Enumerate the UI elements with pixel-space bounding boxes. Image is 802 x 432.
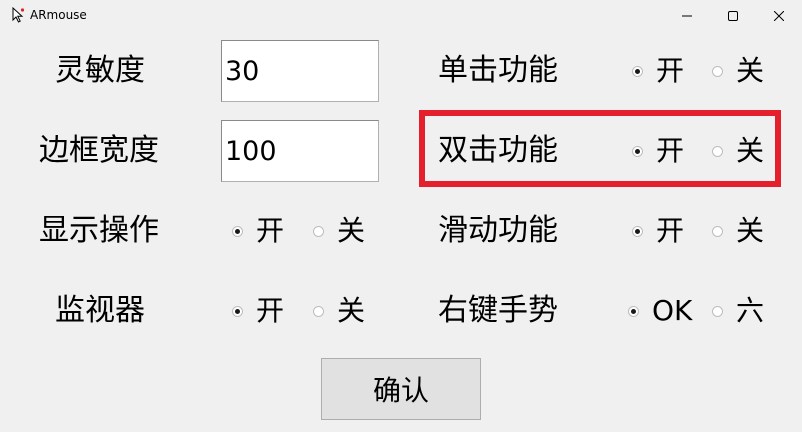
close-icon <box>774 10 784 21</box>
radio-checked-icon[interactable] <box>232 225 243 237</box>
sensitivity-label: 灵敏度 <box>55 53 145 88</box>
double-click-label: 双击功能 <box>438 133 558 168</box>
maximize-button[interactable] <box>710 0 756 31</box>
minimize-icon <box>682 15 692 16</box>
radio-unchecked-icon[interactable] <box>712 225 723 237</box>
radio-label: 关 <box>337 214 366 247</box>
title-bar[interactable]: ARmouse <box>0 0 802 31</box>
single-click-on-radio[interactable]: 开 <box>632 53 684 89</box>
single-click-off-radio[interactable]: 关 <box>712 53 764 89</box>
single-click-label: 单击功能 <box>438 53 558 88</box>
radio-label: 六 <box>736 294 765 327</box>
confirm-button[interactable]: 确认 <box>321 358 481 420</box>
monitor-off-radio[interactable]: 关 <box>313 293 365 329</box>
right-gesture-ok-radio[interactable]: OK <box>628 293 692 329</box>
border-width-input[interactable] <box>221 120 379 182</box>
radio-unchecked-icon[interactable] <box>712 305 723 317</box>
radio-label: 开 <box>656 54 685 87</box>
window-title: ARmouse <box>30 8 87 22</box>
show-operation-label: 显示操作 <box>39 213 159 248</box>
radio-unchecked-icon[interactable] <box>712 145 723 157</box>
radio-label: 关 <box>736 134 765 167</box>
monitor-on-radio[interactable]: 开 <box>232 293 284 329</box>
armouse-window: ARmouse 灵敏度 边框宽度 显示操作 开 关 监视 <box>0 0 802 432</box>
radio-label: OK <box>652 294 693 327</box>
right-gesture-label: 右键手势 <box>438 293 558 328</box>
radio-checked-icon[interactable] <box>632 65 643 77</box>
cursor-icon <box>12 7 25 23</box>
radio-unchecked-icon[interactable] <box>313 305 324 317</box>
radio-label: 开 <box>256 294 285 327</box>
radio-label: 开 <box>256 214 285 247</box>
radio-label: 开 <box>656 134 685 167</box>
sensitivity-input[interactable] <box>221 40 379 102</box>
show-operation-on-radio[interactable]: 开 <box>232 213 284 249</box>
monitor-label: 监视器 <box>55 293 145 328</box>
border-width-label: 边框宽度 <box>39 133 159 168</box>
slide-label: 滑动功能 <box>438 213 558 248</box>
radio-checked-icon[interactable] <box>632 145 643 157</box>
radio-unchecked-icon[interactable] <box>712 65 723 77</box>
slide-off-radio[interactable]: 关 <box>712 213 764 249</box>
radio-checked-icon[interactable] <box>628 305 639 317</box>
double-click-on-radio[interactable]: 开 <box>632 133 684 169</box>
radio-checked-icon[interactable] <box>632 225 643 237</box>
minimize-button[interactable] <box>664 0 710 31</box>
radio-label: 开 <box>656 214 685 247</box>
show-operation-off-radio[interactable]: 关 <box>313 213 365 249</box>
double-click-off-radio[interactable]: 关 <box>712 133 764 169</box>
radio-label: 关 <box>736 214 765 247</box>
slide-on-radio[interactable]: 开 <box>632 213 684 249</box>
radio-unchecked-icon[interactable] <box>313 225 324 237</box>
radio-checked-icon[interactable] <box>232 305 243 317</box>
maximize-icon <box>728 10 738 21</box>
close-button[interactable] <box>756 0 802 31</box>
radio-label: 关 <box>337 294 366 327</box>
right-gesture-six-radio[interactable]: 六 <box>712 293 764 329</box>
radio-label: 关 <box>736 54 765 87</box>
